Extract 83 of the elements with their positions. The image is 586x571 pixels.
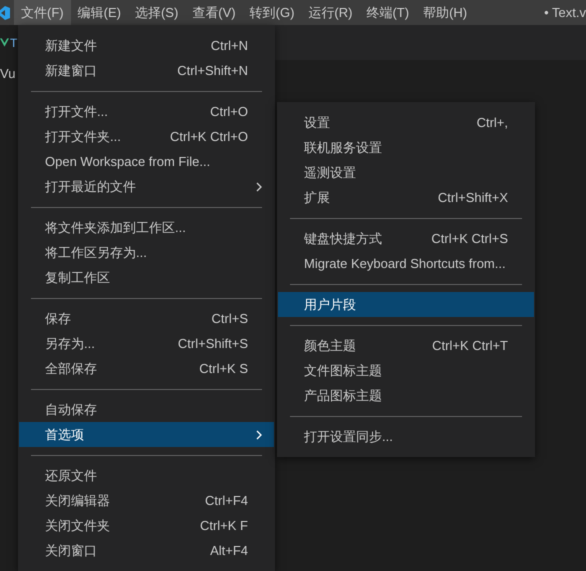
menu-bar-item[interactable]: 编辑(E) xyxy=(70,0,128,25)
menu-item-label: 扩展 xyxy=(304,188,330,207)
menu-item[interactable]: 保存 Ctrl+S xyxy=(19,306,274,331)
menu-item-label: 将工作区另存为... xyxy=(45,244,147,262)
menu-item[interactable]: 产品图标主题 xyxy=(278,383,534,408)
shortcut-label: Ctrl+F4 xyxy=(204,492,248,510)
menu-item[interactable]: 打开文件夹... Ctrl+K Ctrl+O xyxy=(19,124,274,149)
shortcut-label: Ctrl+Shift+N xyxy=(176,62,248,80)
menu-item-label: 打开设置同步... xyxy=(304,428,393,446)
menu-item-label: Migrate Keyboard Shortcuts from... xyxy=(304,254,506,273)
menu-item-label: 关闭文件夹 xyxy=(45,516,110,535)
menu-item[interactable]: 用户片段 xyxy=(278,292,534,317)
menu-item-label: 保存 xyxy=(45,310,71,328)
menu-item-label: 打开文件夹... xyxy=(45,128,121,146)
menu-item-label: 键盘快捷方式 xyxy=(304,230,382,248)
menu-item[interactable]: 还原文件 xyxy=(19,463,274,488)
menu-item-label: 打开文件... xyxy=(45,102,108,121)
menu-item-label: 用户片段 xyxy=(304,296,356,314)
menu-item[interactable]: 新建窗口 Ctrl+Shift+N xyxy=(19,58,274,83)
menu-item[interactable]: 复制工作区 xyxy=(19,265,274,290)
menu-bar-item[interactable]: 选择(S) xyxy=(128,0,186,25)
menu-bar-item[interactable]: 文件(F) xyxy=(14,0,71,25)
shortcut-label: Ctrl+K F xyxy=(198,516,248,535)
menu-item-label: 新建文件 xyxy=(45,36,97,55)
vue-logo-icon xyxy=(0,38,9,47)
menu-bar-item[interactable]: 运行(R) xyxy=(301,0,360,25)
menu-item[interactable]: 关闭编辑器 Ctrl+F4 xyxy=(19,488,274,513)
menu-item[interactable]: 打开设置同步... xyxy=(278,424,534,449)
menu-item[interactable]: 首选项 xyxy=(19,422,274,447)
menu-item[interactable]: 将工作区另存为... xyxy=(19,240,274,265)
shortcut-label: Ctrl+K Ctrl+O xyxy=(168,128,248,146)
menu-bar-item[interactable]: 查看(V) xyxy=(185,0,243,25)
menu-item-label: 关闭窗口 xyxy=(45,542,97,560)
menu-bar-item[interactable]: 终端(T) xyxy=(359,0,416,25)
menu-item[interactable]: 键盘快捷方式 Ctrl+K Ctrl+S xyxy=(278,226,534,251)
menu-item-label: 文件图标主题 xyxy=(304,362,382,380)
menu-bar-item[interactable]: 帮助(H) xyxy=(416,0,474,25)
menu-item[interactable]: 关闭文件夹 Ctrl+K F xyxy=(19,513,274,538)
menu-item[interactable]: 文件图标主题 xyxy=(278,358,534,383)
menu-item[interactable]: 打开最近的文件 xyxy=(19,174,274,199)
menu-item-label: 将文件夹添加到工作区... xyxy=(45,218,186,237)
shortcut-label: Ctrl+N xyxy=(210,36,248,55)
menu-item[interactable]: 关闭窗口 Alt+F4 xyxy=(19,538,274,563)
menu-item[interactable]: 自动保存 xyxy=(19,397,274,422)
menu-item-label: 首选项 xyxy=(45,426,84,444)
menu-item-label: 联机服务设置 xyxy=(304,138,382,157)
shortcut-label: Ctrl+K Ctrl+S xyxy=(430,230,508,248)
menu-item[interactable]: Migrate Keyboard Shortcuts from... xyxy=(278,251,534,276)
menu-item-label: 产品图标主题 xyxy=(304,386,382,405)
menu-item-label: 颜色主题 xyxy=(304,336,356,355)
menu-item[interactable]: 颜色主题 Ctrl+K Ctrl+T xyxy=(278,333,534,358)
menu-item-label: 打开最近的文件 xyxy=(45,178,136,196)
shortcut-label: Ctrl+, xyxy=(476,114,508,132)
shortcut-label: Ctrl+O xyxy=(209,102,248,121)
menu-item-label: 全部保存 xyxy=(45,360,97,378)
menu-item[interactable]: 新建文件 Ctrl+N xyxy=(19,33,274,58)
shortcut-label: Ctrl+Shift+X xyxy=(436,188,508,207)
menu-item-label: 另存为... xyxy=(45,334,95,353)
menu-item-label: 关闭编辑器 xyxy=(45,492,110,510)
shortcut-label: Ctrl+K S xyxy=(198,360,248,378)
menu-item-label: 复制工作区 xyxy=(45,268,110,287)
menu-item[interactable]: 联机服务设置 xyxy=(278,135,534,160)
menu-item[interactable]: 打开文件... Ctrl+O xyxy=(19,99,274,124)
window-title: • Text.v xyxy=(544,4,586,22)
menu-item[interactable]: 全部保存 Ctrl+K S xyxy=(19,356,274,381)
menu-item-label: 设置 xyxy=(304,114,330,132)
menu-item[interactable]: Open Workspace from File... xyxy=(19,149,274,174)
shortcut-label: Alt+F4 xyxy=(209,542,248,560)
menu-item[interactable]: 遥测设置 xyxy=(278,160,534,185)
shortcut-label: Ctrl+Shift+S xyxy=(176,334,248,353)
shortcut-label: Ctrl+S xyxy=(210,310,248,328)
menu-item[interactable]: 扩展 Ctrl+Shift+X xyxy=(278,185,534,210)
menu-item-label: 遥测设置 xyxy=(304,164,356,182)
breadcrumb: Vu xyxy=(0,65,16,83)
menu-item-label: 还原文件 xyxy=(45,466,97,485)
menu-item[interactable]: 将文件夹添加到工作区... xyxy=(19,215,274,240)
menu-item[interactable]: 设置 Ctrl+, xyxy=(278,110,534,135)
menu-item-label: Open Workspace from File... xyxy=(45,152,210,171)
menu-item-label: 自动保存 xyxy=(45,400,97,419)
shortcut-label: Ctrl+K Ctrl+T xyxy=(431,336,508,355)
menu-bar-item[interactable]: 转到(G) xyxy=(242,0,302,25)
menu-item[interactable]: 另存为... Ctrl+Shift+S xyxy=(19,331,274,356)
menu-item-label: 新建窗口 xyxy=(45,62,97,80)
